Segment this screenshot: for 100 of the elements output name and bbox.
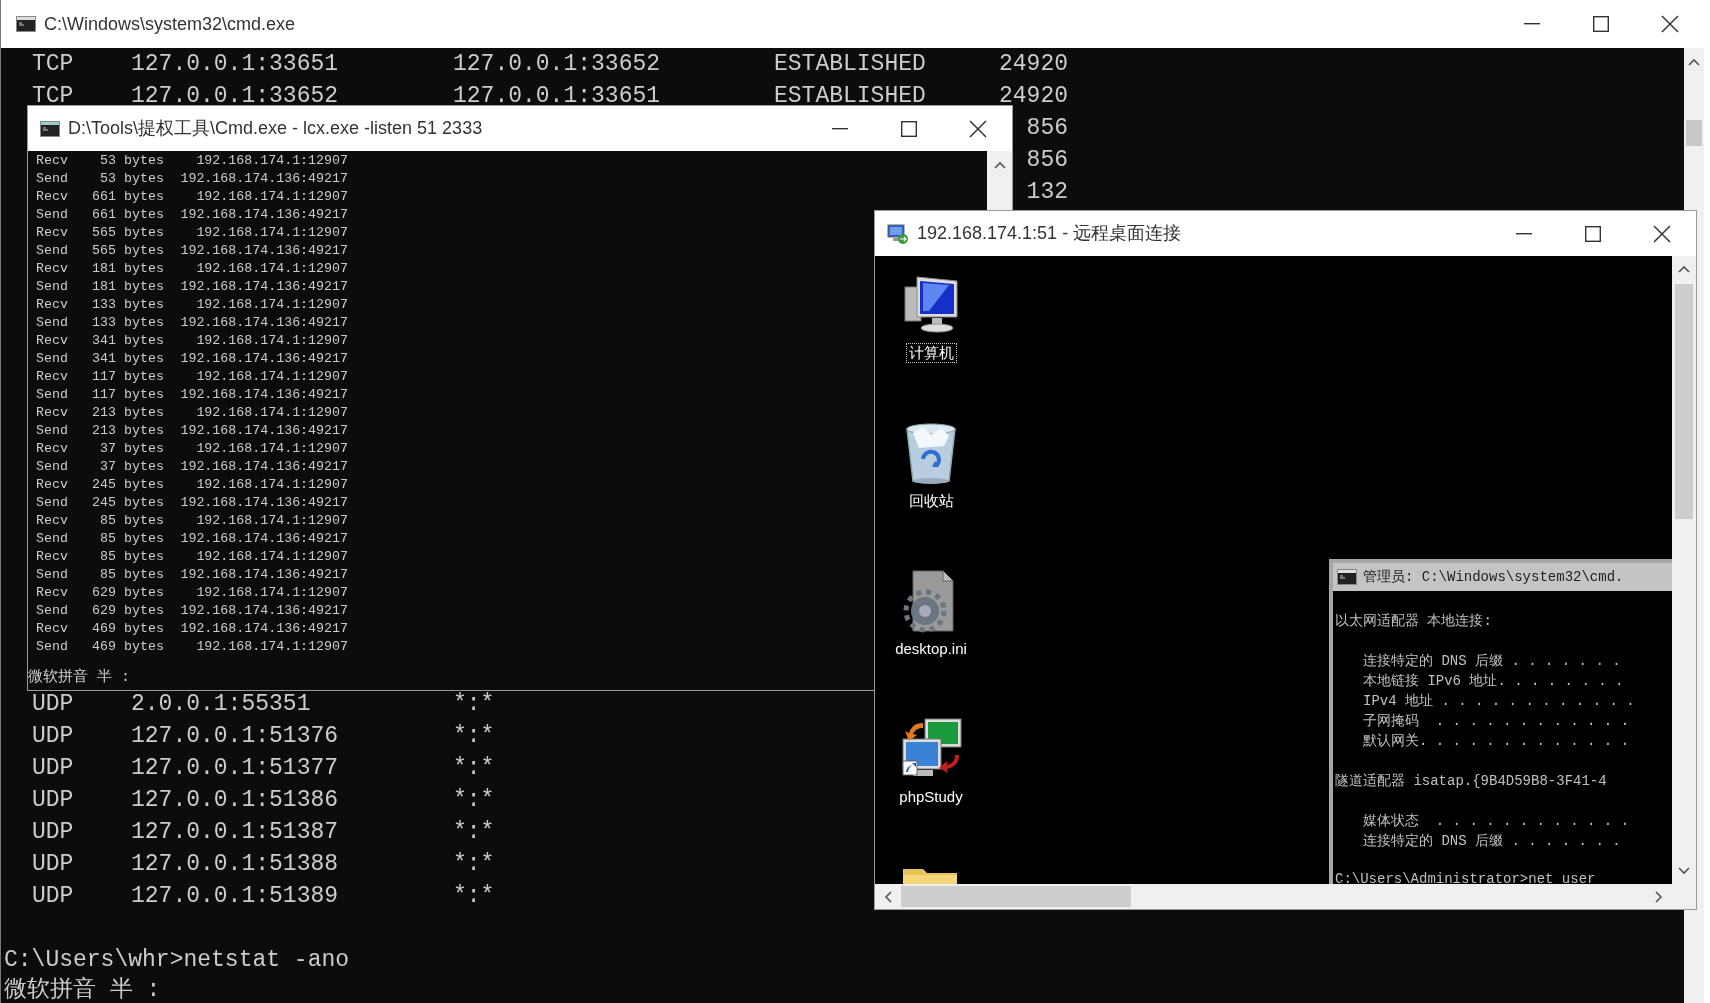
- direction-text: Send: [36, 602, 69, 620]
- address-text: 192.168.174.1:12907: [195, 584, 348, 602]
- address-text: 192.168.174.1:12907: [195, 404, 348, 422]
- local-address: 127.0.0.1:51376: [131, 723, 339, 749]
- address-text: 192.168.174.1:12907: [195, 548, 348, 566]
- byte-count: 629: [91, 602, 116, 620]
- local-address: 2.0.0.1:55351: [131, 691, 311, 717]
- process-id: 132: [1026, 179, 1068, 205]
- byte-count: 661: [91, 188, 116, 206]
- foreign-address: *:*: [453, 851, 495, 877]
- maximize-icon: [900, 120, 917, 137]
- unit-text: bytes: [124, 188, 164, 206]
- config-line: 子网掩码 . . . . . . . . . . . .: [1362, 712, 1631, 731]
- unit-text: bytes: [124, 368, 164, 386]
- foreign-address: 127.0.0.1:33652: [453, 51, 661, 77]
- window-title: 管理员: C:\Windows\system32\cmd.: [1363, 567, 1624, 587]
- byte-count: 117: [91, 386, 116, 404]
- scrollbar-thumb[interactable]: [1675, 284, 1693, 519]
- ime-status: 微软拼音 半 :: [3, 976, 162, 1003]
- address-text: 192.168.174.136:49217: [179, 458, 348, 476]
- byte-count: 37: [99, 440, 116, 458]
- byte-count: 245: [91, 476, 116, 494]
- byte-count: 53: [99, 170, 116, 188]
- unit-text: bytes: [124, 584, 164, 602]
- direction-text: Send: [36, 566, 69, 584]
- unit-text: bytes: [124, 170, 164, 188]
- scrollbar-thumb[interactable]: [901, 886, 1131, 907]
- byte-count: 341: [91, 350, 116, 368]
- direction-text: Send: [36, 170, 69, 188]
- byte-count: 37: [99, 458, 116, 476]
- section-heading: 以太网适配器 本地连接:: [1335, 612, 1493, 631]
- config-line: IPv4 地址 . . . . . . . . . . . .: [1362, 692, 1636, 711]
- config-line: 连接特定的 DNS 后缀 . . . . . . .: [1362, 832, 1622, 851]
- config-line: 媒体状态 . . . . . . . . . . . .: [1362, 812, 1631, 831]
- local-address: 127.0.0.1:33651: [131, 51, 339, 77]
- command-prompt: C:\Users\whr>netstat -ano: [3, 946, 351, 975]
- address-text: 192.168.174.136:49217: [179, 422, 348, 440]
- console-icon: [40, 120, 60, 137]
- direction-text: Recv: [36, 296, 69, 314]
- address-text: 192.168.174.136:49217: [179, 530, 348, 548]
- foreign-address: *:*: [453, 755, 495, 781]
- address-text: 192.168.174.136:49217: [179, 206, 348, 224]
- config-line: 本地链接 IPv6 地址. . . . . . . .: [1362, 672, 1625, 691]
- process-id: 24920: [999, 83, 1068, 109]
- byte-count: 565: [91, 242, 116, 260]
- byte-count: 661: [91, 206, 116, 224]
- direction-text: Recv: [36, 476, 69, 494]
- byte-count: 133: [91, 296, 116, 314]
- unit-text: bytes: [124, 620, 164, 638]
- protocol-text: UDP: [32, 883, 74, 909]
- unit-text: bytes: [124, 638, 164, 656]
- unit-text: bytes: [124, 260, 164, 278]
- address-text: 192.168.174.136:49217: [179, 278, 348, 296]
- local-address: 127.0.0.1:51387: [131, 819, 339, 845]
- direction-text: Recv: [36, 548, 69, 566]
- unit-text: bytes: [124, 458, 164, 476]
- unit-text: bytes: [124, 332, 164, 350]
- byte-count: 213: [91, 422, 116, 440]
- console-icon: [16, 16, 36, 32]
- address-text: 192.168.174.136:49217: [179, 620, 348, 638]
- maximize-icon: [1592, 16, 1609, 32]
- byte-count: 629: [91, 584, 116, 602]
- direction-text: Recv: [36, 368, 69, 386]
- address-text: 192.168.174.136:49217: [179, 566, 348, 584]
- direction-text: Send: [36, 386, 69, 404]
- close-icon: [968, 119, 987, 138]
- address-text: 192.168.174.136:49217: [179, 602, 348, 620]
- byte-count: 53: [99, 152, 116, 170]
- minimize-icon: [1523, 23, 1540, 25]
- process-id: 856: [1026, 115, 1068, 141]
- remote-desktop-icon: [887, 223, 909, 244]
- process-id: 24920: [999, 51, 1068, 77]
- unit-text: bytes: [124, 224, 164, 242]
- local-address: 127.0.0.1:51389: [131, 883, 339, 909]
- connection-state: ESTABLISHED: [774, 83, 926, 109]
- protocol-text: UDP: [32, 723, 74, 749]
- byte-count: 341: [91, 332, 116, 350]
- scrollbar-thumb[interactable]: [1686, 120, 1702, 146]
- unit-text: bytes: [124, 206, 164, 224]
- byte-count: 85: [99, 566, 116, 584]
- direction-text: Recv: [36, 584, 69, 602]
- icon-label[interactable]: 计算机: [905, 343, 957, 363]
- address-text: 192.168.174.136:49217: [179, 170, 348, 188]
- direction-text: Send: [36, 638, 69, 656]
- unit-text: bytes: [124, 440, 164, 458]
- direction-text: Recv: [36, 404, 69, 422]
- protocol-text: UDP: [32, 787, 74, 813]
- icon-label[interactable]: 回收站: [905, 491, 957, 511]
- address-text: 192.168.174.1:12907: [195, 440, 348, 458]
- unit-text: bytes: [124, 566, 164, 584]
- window-title: C:\Windows\system32\cmd.exe: [44, 12, 296, 36]
- icon-label[interactable]: phpStudy: [896, 787, 966, 807]
- foreign-address: *:*: [453, 723, 495, 749]
- icon-label[interactable]: desktop.ini: [892, 639, 970, 659]
- section-heading: 隧道适配器 isatap.{9B4D59B8-3F41-4: [1335, 772, 1608, 791]
- byte-count: 85: [99, 530, 116, 548]
- process-id: 856: [1026, 147, 1068, 173]
- unit-text: bytes: [124, 494, 164, 512]
- unit-text: bytes: [124, 386, 164, 404]
- command-prompt: C:\Users\Administrator>net user: [1335, 871, 1597, 884]
